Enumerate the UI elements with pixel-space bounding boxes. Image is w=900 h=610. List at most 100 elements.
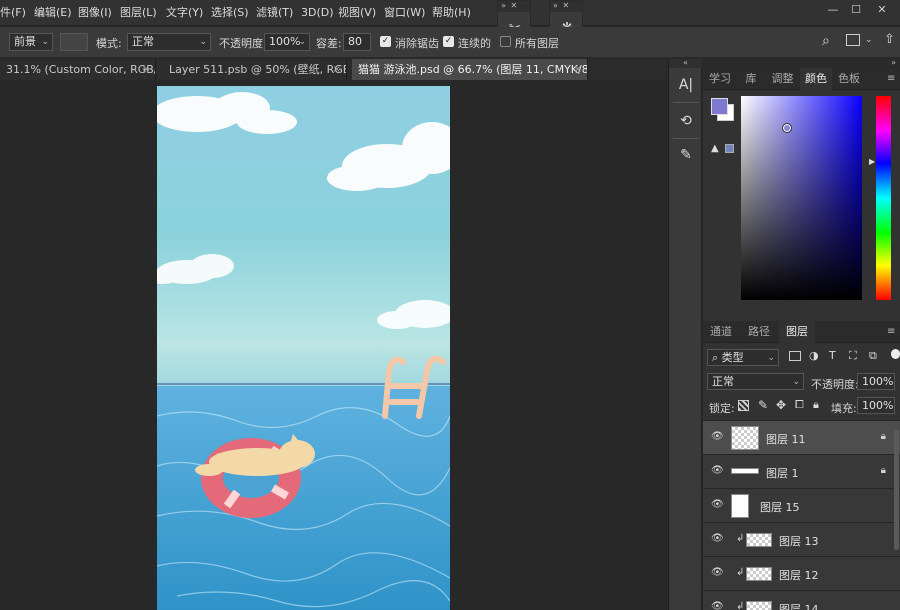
workspace-icon[interactable] <box>846 34 860 46</box>
close-tab-icon[interactable]: × <box>142 59 150 80</box>
menu-type[interactable]: 文字(Y) <box>166 0 203 26</box>
chevron-down-icon[interactable]: ⌄ <box>865 35 873 45</box>
pattern-picker[interactable] <box>60 33 88 51</box>
layer-opacity-input[interactable]: 100% <box>857 373 895 390</box>
gamut-warning-icon[interactable]: ▲ <box>711 143 719 154</box>
lock-pixels-icon[interactable]: ✎ <box>758 398 768 412</box>
tab-swatches[interactable]: 色板 <box>832 68 866 90</box>
opacity-input[interactable]: 100% ⌄ <box>264 33 310 51</box>
chevron-down-icon: ⌄ <box>41 37 49 47</box>
layer-row[interactable]: 👁︎ 图层 1 🔒︎ <box>703 454 900 488</box>
tab-channels[interactable]: 通道 <box>703 321 739 343</box>
color-picker-cursor[interactable] <box>782 123 792 133</box>
floating-panel-header[interactable]: » ✕ <box>550 1 582 12</box>
layer-name[interactable]: 图层 14 <box>779 601 819 610</box>
visibility-eye-icon[interactable]: 👁︎ <box>711 568 724 578</box>
history-icon[interactable]: ⟲ <box>674 109 698 133</box>
lock-transparency-icon[interactable] <box>738 400 749 411</box>
fill-source-dropdown[interactable]: 前景 ⌄ <box>9 33 53 51</box>
lock-all-icon[interactable]: 🔒︎ <box>813 398 819 412</box>
clipping-mask-icon: ↲ <box>736 567 745 578</box>
menu-file[interactable]: 件(F) <box>0 0 26 26</box>
panel-menu-icon[interactable]: ≡ <box>887 74 896 84</box>
search-icon[interactable]: ⌕ <box>822 33 830 49</box>
canvas-area[interactable] <box>0 80 668 610</box>
close-tab-icon[interactable]: × <box>333 59 341 80</box>
artwork-canvas[interactable] <box>157 86 450 610</box>
tab-custom-color[interactable]: 31.1% (Custom Color, RGB/8) * × <box>0 59 156 80</box>
menu-select[interactable]: 选择(S) <box>211 0 249 26</box>
contiguous-checkbox[interactable]: ✓ <box>443 36 454 47</box>
character-panel-icon[interactable]: A| <box>674 73 698 97</box>
maximize-button[interactable]: ☐ <box>846 3 866 17</box>
tab-layers[interactable]: 图层 <box>779 321 815 343</box>
close-window-button[interactable]: ✕ <box>872 3 892 17</box>
layer-row[interactable]: 👁︎ ↲ 图层 13 <box>703 522 900 556</box>
sv-black-gradient <box>741 96 862 300</box>
layer-row[interactable]: 👁︎ ↲ 图层 12 <box>703 556 900 590</box>
visibility-eye-icon[interactable]: 👁︎ <box>711 500 724 510</box>
brush-preset-icon[interactable]: ✎ <box>674 143 698 167</box>
menu-filter[interactable]: 滤镜(T) <box>256 0 293 26</box>
filter-toggle-icon[interactable] <box>891 349 900 359</box>
water <box>157 386 450 610</box>
layer-row[interactable]: 👁︎ 图层 15 <box>703 488 900 522</box>
menu-help[interactable]: 帮助(H) <box>432 0 471 26</box>
close-tab-icon[interactable]: × <box>574 59 582 80</box>
saturation-value-field[interactable] <box>741 96 862 300</box>
layer-name[interactable]: 图层 1 <box>766 465 799 481</box>
filter-smart-object-icon[interactable]: ⧉ <box>869 349 877 363</box>
tab-paths[interactable]: 路径 <box>741 321 777 343</box>
hue-slider[interactable] <box>876 96 891 300</box>
menu-window[interactable]: 窗口(W) <box>384 0 425 26</box>
panel-menu-icon[interactable]: ≡ <box>887 327 896 337</box>
layer-thumbnail <box>746 601 772 610</box>
filter-type-icon[interactable]: T <box>829 349 836 362</box>
antialias-checkbox[interactable]: ✓ <box>380 36 391 47</box>
foreground-color-swatch[interactable] <box>711 98 728 115</box>
filter-pixel-icon[interactable] <box>789 351 801 361</box>
filter-shape-icon[interactable]: ⛶ <box>849 349 857 363</box>
visibility-eye-icon[interactable]: 👁︎ <box>711 534 724 544</box>
blend-mode-dropdown[interactable]: 正常 ⌄ <box>707 373 804 390</box>
floating-panel-header[interactable]: » ✕ <box>498 1 530 12</box>
mode-dropdown[interactable]: 正常 ⌄ <box>127 33 211 51</box>
tolerance-input[interactable]: 80 <box>343 33 371 51</box>
menu-3d[interactable]: 3D(D) <box>301 0 334 26</box>
hue-slider-handle[interactable]: ▶ <box>869 157 875 166</box>
lock-position-icon[interactable]: ✥ <box>776 398 786 412</box>
visibility-eye-icon[interactable]: 👁︎ <box>711 432 724 442</box>
visibility-eye-icon[interactable]: 👁︎ <box>711 602 724 610</box>
clipping-mask-icon: ↲ <box>736 533 745 544</box>
chevron-down-icon: ⌄ <box>767 353 775 363</box>
filter-adjustment-icon[interactable]: ◑ <box>809 349 819 362</box>
layers-scrollbar[interactable] <box>894 430 899 550</box>
collapse-icon[interactable]: « <box>669 59 702 68</box>
divider <box>673 138 699 139</box>
menu-layer[interactable]: 图层(L) <box>120 0 157 26</box>
tab-layer-511[interactable]: Layer 511.psb @ 50% (壁纸, RGB/8) × <box>157 59 347 80</box>
layer-filter-dropdown[interactable]: ⌕ 类型 ⌄ <box>707 349 779 366</box>
tab-cat-pool[interactable]: 猫猫 游泳池.psd @ 66.7% (图层 11, CMYK/8*) × <box>352 59 588 80</box>
menu-edit[interactable]: 编辑(E) <box>34 0 72 26</box>
share-icon[interactable]: ⇧ <box>884 32 895 47</box>
layer-name[interactable]: 图层 12 <box>779 567 819 583</box>
layer-name[interactable]: 图层 15 <box>760 499 800 515</box>
visibility-eye-icon[interactable]: 👁︎ <box>711 466 724 476</box>
tab-libraries[interactable]: 库 <box>737 68 765 90</box>
layer-row[interactable]: 👁︎ 图层 11 🔒︎ <box>703 420 900 454</box>
fill-input[interactable]: 100% <box>857 397 895 414</box>
layer-name[interactable]: 图层 11 <box>766 431 806 447</box>
minimize-button[interactable]: — <box>823 3 843 17</box>
tab-learn[interactable]: 学习 <box>703 68 737 90</box>
layer-row[interactable]: 👁︎ ↲ 图层 14 <box>703 590 900 610</box>
tab-color[interactable]: 颜色 <box>800 68 832 90</box>
layer-name[interactable]: 图层 13 <box>779 533 819 549</box>
lock-artboard-icon[interactable]: ⧠ <box>795 398 804 412</box>
expand-icon[interactable]: » <box>703 59 900 68</box>
gamut-color-swatch[interactable] <box>725 144 734 153</box>
all-layers-checkbox[interactable] <box>500 36 511 47</box>
menu-view[interactable]: 视图(V) <box>338 0 376 26</box>
menu-image[interactable]: 图像(I) <box>78 0 112 26</box>
tab-adjustments[interactable]: 调整 <box>765 68 800 90</box>
